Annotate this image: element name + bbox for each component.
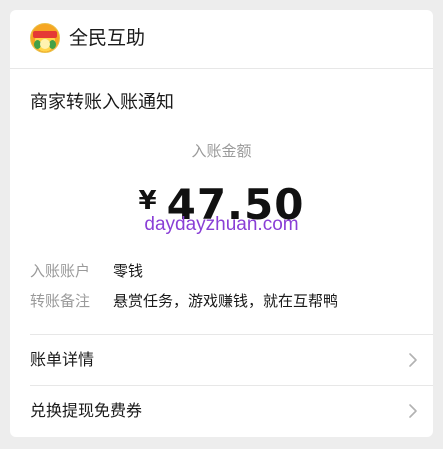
logo-face	[40, 39, 50, 49]
notification-card: 全民互助 商家转账入账通知 入账金额 ¥47.50 daydayzhuan.co…	[10, 10, 433, 437]
chevron-right-icon	[409, 353, 417, 367]
app-header[interactable]: 全民互助	[10, 10, 433, 69]
account-value: 零钱	[113, 262, 144, 280]
redeem-voucher-link[interactable]: 兑换提现免费券	[10, 386, 433, 436]
chevron-right-icon	[409, 404, 417, 418]
remark-label: 转账备注	[30, 292, 91, 310]
currency-symbol: ¥	[138, 186, 157, 216]
logo-banner	[33, 31, 57, 38]
bill-details-label: 账单详情	[30, 350, 95, 369]
app-name: 全民互助	[69, 27, 146, 49]
logo-leaf-right	[49, 40, 56, 49]
app-logo-icon	[30, 23, 60, 53]
account-label: 入账账户	[30, 262, 91, 280]
remark-value: 悬赏任务，游戏赚钱，就在互帮鸭	[113, 292, 339, 310]
notice-title: 商家转账入账通知	[30, 92, 174, 113]
redeem-voucher-label: 兑换提现免费券	[30, 401, 143, 420]
bill-details-link[interactable]: 账单详情	[10, 335, 433, 385]
amount-label: 入账金额	[191, 142, 252, 160]
watermark-text: daydayzhuan.com	[144, 214, 299, 235]
